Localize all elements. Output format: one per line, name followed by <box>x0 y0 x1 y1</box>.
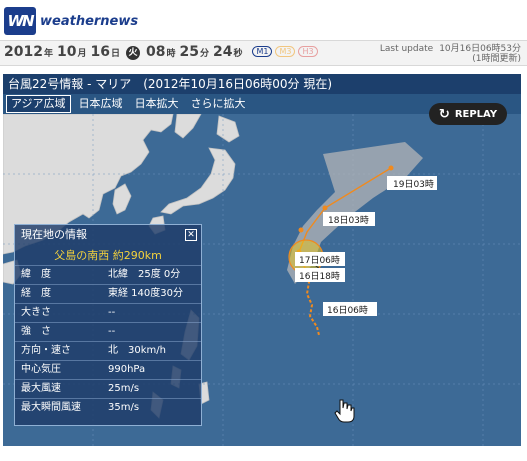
day-unit: 日 <box>110 49 120 59</box>
row-key: 強 さ <box>21 326 51 337</box>
info-row-max-gust: 最大瞬間風速 35m/s <box>15 398 201 417</box>
last-update: Last update 10月16日06時53分 (1時間更新) <box>380 44 521 64</box>
current-time: 2012 年 10 月 16 日 火 08 時 25 分 24 秒 M1 M3 H3 <box>4 44 321 61</box>
typhoon-panel: 台風22号情報 - マリア (2012年10月16日06時00分 現在) アジア… <box>3 74 521 446</box>
info-title: 現在地の情報 <box>21 228 87 241</box>
info-row-size: 大きさ -- <box>15 303 201 322</box>
badge-h3[interactable]: H3 <box>298 46 318 57</box>
month-unit: 月 <box>77 49 87 59</box>
year-value: 2012 <box>4 44 43 60</box>
last-update-label: Last update <box>379 44 434 54</box>
row-value: -- <box>108 326 116 337</box>
label-18d03h: 18日03時 <box>328 215 369 226</box>
replay-arrow-icon: ↻ <box>438 106 450 122</box>
close-icon[interactable]: ✕ <box>185 229 197 241</box>
hour-unit: 時 <box>166 49 176 59</box>
info-row-strength: 強 さ -- <box>15 322 201 341</box>
label-16d18h: 16日18時 <box>299 271 340 282</box>
weekday-badge: 火 <box>125 46 140 60</box>
info-location: 父島の南西 約290km <box>54 249 162 262</box>
row-value: 東経 140度30分 <box>108 288 183 299</box>
row-key: 経 度 <box>21 288 51 299</box>
minute-unit: 分 <box>199 49 209 59</box>
row-value: 25m/s <box>108 383 140 394</box>
hour-value: 08 <box>145 44 166 60</box>
row-value: -- <box>108 307 116 318</box>
replay-label: REPLAY <box>454 108 498 120</box>
clock-bar: 2012 年 10 月 16 日 火 08 時 25 分 24 秒 M1 M3 H3 Las… <box>0 40 527 66</box>
badge-m1[interactable]: M1 <box>252 46 273 57</box>
year-unit: 年 <box>43 49 53 59</box>
row-value: 北緯 25度 0分 <box>108 269 181 280</box>
row-key: 大きさ <box>21 307 51 318</box>
minute-value: 25 <box>179 44 199 60</box>
label-16d06h: 16日06時 <box>327 305 368 316</box>
info-row-latitude: 緯 度 北緯 25度 0分 <box>15 265 201 284</box>
row-key: 方向・速さ <box>21 345 71 356</box>
label-19d03h: 19日03時 <box>393 179 434 190</box>
forecast-point-17d06h[interactable] <box>298 227 304 233</box>
row-key: 緯 度 <box>21 269 51 280</box>
info-row-pressure: 中心気圧 990hPa <box>15 360 201 379</box>
row-key: 最大瞬間風速 <box>21 402 81 413</box>
forecast-point-18d03h[interactable] <box>322 205 328 211</box>
weathernews-logo: WN <box>4 7 36 35</box>
last-update-interval: (1時間更新) <box>472 54 521 64</box>
forecast-point-19d03h[interactable] <box>388 165 394 171</box>
second-unit: 秒 <box>233 49 243 59</box>
day-value: 16 <box>90 44 110 60</box>
row-value: 990hPa <box>108 364 146 375</box>
row-value: 35m/s <box>108 402 140 413</box>
row-key: 中心気圧 <box>21 364 61 375</box>
label-17d06h: 17日06時 <box>299 255 340 266</box>
tab-japan-zoom[interactable]: 日本拡大 <box>131 96 183 112</box>
second-value: 24 <box>212 44 233 60</box>
brand[interactable]: WN weathernews <box>4 6 138 36</box>
info-row-longitude: 経 度 東経 140度30分 <box>15 284 201 303</box>
tab-japan-wide[interactable]: 日本広域 <box>75 96 127 112</box>
current-info-box: 現在地の情報 ✕ 父島の南西 約290km 緯 度 北緯 25度 0分 経 度 東経… <box>14 224 202 426</box>
panel-title: 台風22号情報 - マリア (2012年10月16日06時00分 現在) <box>3 74 521 94</box>
tab-more-zoom[interactable]: さらに拡大 <box>187 96 250 112</box>
row-value: 北 30km/h <box>108 345 166 356</box>
info-row-max-wind: 最大風速 25m/s <box>15 379 201 398</box>
replay-button[interactable]: ↻ REPLAY <box>429 103 507 125</box>
tab-asia-wide[interactable]: アジア広域 <box>6 95 71 113</box>
badge-m3[interactable]: M3 <box>275 46 296 57</box>
month-value: 10 <box>56 44 77 60</box>
info-row-direction-speed: 方向・速さ 北 30km/h <box>15 341 201 360</box>
weathernews-typhoon-page: WN weathernews 2012 年 10 月 16 日 火 08 時 25 分 2… <box>0 0 527 461</box>
row-key: 最大風速 <box>21 383 61 394</box>
brand-name: weathernews <box>40 13 139 29</box>
last-update-value: 10月16日06時53分 <box>439 44 521 54</box>
